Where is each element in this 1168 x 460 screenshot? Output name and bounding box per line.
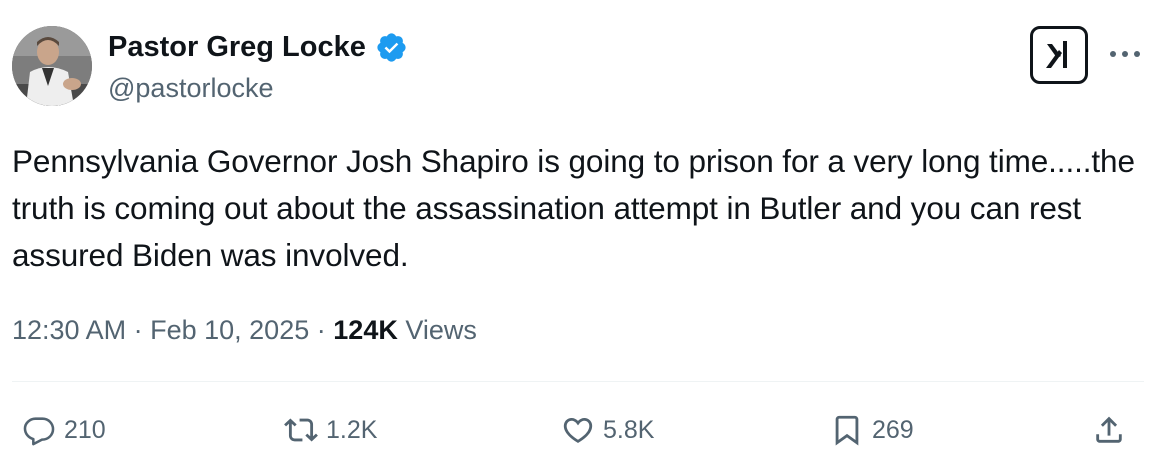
bookmark-icon: [830, 413, 864, 447]
share-button[interactable]: [1092, 410, 1126, 450]
meta-separator: ·: [133, 315, 143, 345]
tweet-text: Pennsylvania Governor Josh Shapiro is go…: [12, 143, 1144, 273]
divider: [12, 381, 1144, 382]
verified-badge-icon: [377, 33, 406, 62]
reply-button[interactable]: 210: [22, 410, 106, 450]
bookmark-button[interactable]: 269: [830, 410, 914, 450]
views-label: Views: [405, 315, 477, 345]
author-name[interactable]: Pastor Greg Locke: [108, 30, 366, 64]
grok-icon: [1046, 41, 1067, 68]
tweet-time[interactable]: 12:30 AM: [12, 315, 126, 345]
meta-separator: ·: [316, 315, 326, 345]
tweet-date[interactable]: Feb 10, 2025: [150, 315, 309, 345]
share-icon: [1092, 413, 1126, 447]
like-count: 5.8K: [603, 416, 655, 444]
repost-button[interactable]: 1.2K: [284, 410, 377, 450]
tweet-meta: 12:30 AM · Feb 10, 2025 · 124K Views: [12, 312, 477, 348]
repost-icon: [284, 413, 318, 447]
author-handle[interactable]: @pastorlocke: [108, 72, 273, 104]
avatar[interactable]: [12, 26, 92, 106]
grok-button[interactable]: [1030, 26, 1088, 84]
repost-count: 1.2K: [326, 416, 378, 444]
like-button[interactable]: 5.8K: [561, 410, 654, 450]
tweet-card: Pastor Greg Locke @pastorlocke Pennsylva…: [0, 0, 1168, 460]
more-dots-icon[interactable]: [1108, 44, 1142, 64]
views-count: 124K: [333, 315, 398, 345]
avatar-photo: [12, 26, 92, 106]
heart-icon: [561, 413, 595, 447]
bookmark-count: 269: [872, 416, 914, 444]
reply-count: 210: [64, 416, 106, 444]
reply-icon: [22, 413, 56, 447]
